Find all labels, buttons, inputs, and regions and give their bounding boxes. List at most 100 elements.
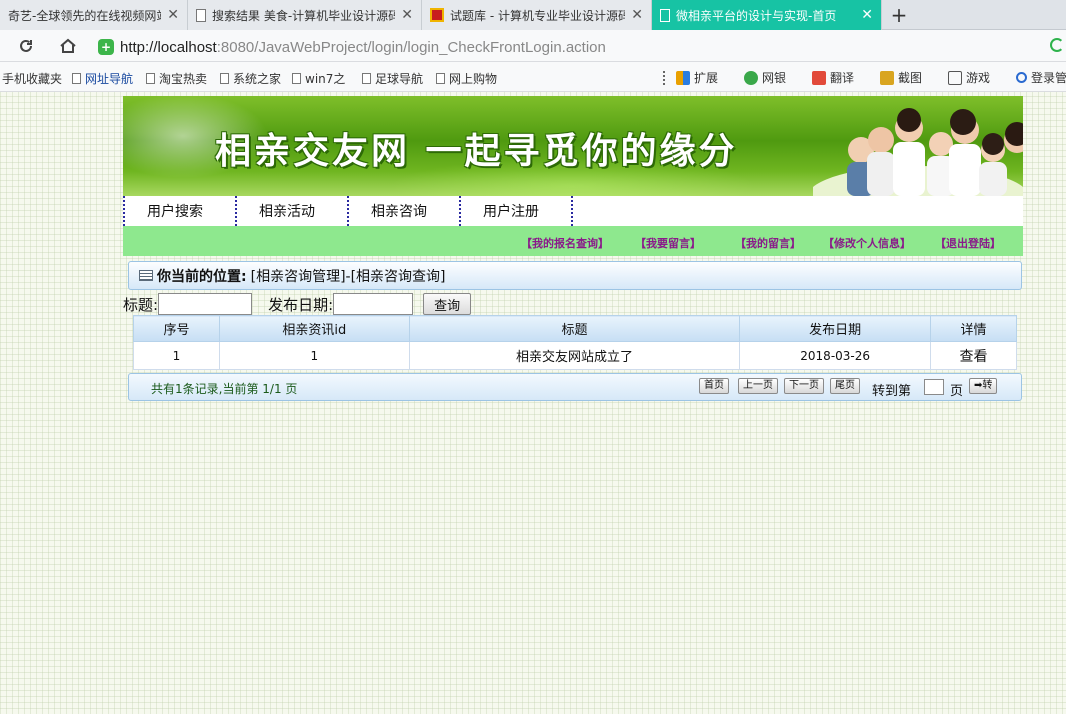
tool-label: 扩展 <box>694 71 719 85</box>
search-icon <box>1016 72 1027 83</box>
bookmark-label: win7之 <box>305 72 346 86</box>
tab-dating-home[interactable]: 微相亲平台的设计与实现-首页 ✕ <box>652 0 882 30</box>
nav-user-register[interactable]: 用户注册 <box>459 196 571 226</box>
refresh-icon[interactable] <box>12 32 40 60</box>
extensions-icon <box>676 70 690 85</box>
link-leave-message[interactable]: 【我要留言】 <box>635 235 701 251</box>
bookmark-label: 淘宝热卖 <box>159 72 208 86</box>
publish-date-input[interactable] <box>333 293 414 315</box>
toolbar-divider <box>663 71 667 85</box>
tool-label: 游戏 <box>966 71 991 85</box>
col-index: 序号 <box>133 315 220 342</box>
title-label: 标题: <box>123 295 159 314</box>
new-tab-button[interactable]: + <box>888 3 910 27</box>
bookmark-football[interactable]: 足球导航 <box>362 70 423 87</box>
prev-page-button[interactable]: 上一页 <box>738 378 778 394</box>
site-container: 相亲交友网 一起寻觅你的缘分 用户搜索 相亲活动 相亲咨询 用户注册 【我的报名… <box>123 96 1023 401</box>
page-icon <box>72 73 81 84</box>
link-my-messages[interactable]: 【我的留言】 <box>735 235 801 251</box>
login-manager-button[interactable]: 登录管 <box>1016 69 1066 86</box>
page-icon <box>196 8 206 22</box>
link-logout[interactable]: 【退出登陆】 <box>935 235 1001 251</box>
nav-dating-consult[interactable]: 相亲咨询 <box>347 196 459 226</box>
translate-button[interactable]: 翻译 <box>812 69 854 86</box>
url-path: :8080/JavaWebProject/login/login_CheckFr… <box>216 38 606 56</box>
col-publish-date: 发布日期 <box>739 315 932 342</box>
tab-label: 搜索结果 美食-计算机毕业设计源码 <box>212 8 396 23</box>
site-favicon-icon <box>430 8 444 22</box>
gamepad-icon <box>948 70 962 85</box>
tab-close-icon[interactable]: ✕ <box>401 7 413 23</box>
games-button[interactable]: 游戏 <box>948 69 990 86</box>
bookmark-win7[interactable]: win7之 <box>292 70 345 87</box>
tab-search-results[interactable]: 搜索结果 美食-计算机毕业设计源码 ✕ <box>188 0 422 30</box>
goto-label: 转到第 <box>872 384 912 399</box>
date-label: 发布日期: <box>268 295 334 314</box>
bookmark-taobao[interactable]: 淘宝热卖 <box>146 70 207 87</box>
tool-label: 登录管 <box>1031 71 1066 85</box>
goto-page-input[interactable] <box>924 379 944 395</box>
link-my-registrations[interactable]: 【我的报名查询】 <box>521 235 609 251</box>
family-photo-image <box>813 108 1023 196</box>
cell-id: 1 <box>218 341 410 370</box>
bookmark-label: 足球导航 <box>375 72 424 86</box>
nav-user-search[interactable]: 用户搜索 <box>123 196 235 226</box>
page-icon <box>292 73 301 84</box>
tool-label: 网银 <box>762 71 787 85</box>
first-page-button[interactable]: 首页 <box>699 378 729 394</box>
tab-iqiyi[interactable]: 奇艺-全球领先的在线视频网站 ✕ <box>0 0 188 30</box>
breadcrumb: 你当前的位置: [相亲咨询管理]-[相亲咨询查询] <box>128 261 1022 290</box>
tab-close-icon[interactable]: ✕ <box>167 7 179 23</box>
tab-close-icon[interactable]: ✕ <box>861 7 873 23</box>
user-menu-bar: 【我的报名查询】 【我要留言】 【我的留言】 【修改个人信息】 【退出登陆】 <box>123 226 1023 256</box>
bookmark-label: 系统之家 <box>233 72 282 86</box>
translate-icon <box>812 70 826 85</box>
col-id: 相亲资讯id <box>218 315 410 342</box>
next-page-button[interactable]: 下一页 <box>784 378 824 394</box>
bookmark-label: 手机收藏夹 <box>2 72 63 86</box>
main-nav: 用户搜索 相亲活动 相亲咨询 用户注册 <box>123 196 1023 226</box>
cell-title: 相亲交友网站成立了 <box>408 341 741 370</box>
url-text[interactable]: http://localhost:8080/JavaWebProject/log… <box>120 39 606 56</box>
tab-close-icon[interactable]: ✕ <box>631 7 643 23</box>
query-button[interactable]: 查询 <box>423 293 472 315</box>
screenshot-button[interactable]: 截图 <box>880 69 922 86</box>
list-icon <box>139 270 153 281</box>
link-edit-profile[interactable]: 【修改个人信息】 <box>823 235 911 251</box>
screenshot-icon <box>880 70 894 85</box>
sync-icon[interactable] <box>1050 38 1064 52</box>
tab-label: 奇艺-全球领先的在线视频网站 <box>8 8 162 23</box>
tab-label: 试题库 - 计算机专业毕业设计源码 <box>450 8 626 23</box>
bookmark-shopping[interactable]: 网上购物 <box>436 70 497 87</box>
browser-tab-bar: 奇艺-全球领先的在线视频网站 ✕ 搜索结果 美食-计算机毕业设计源码 ✕ 试题库… <box>0 0 1066 30</box>
last-page-button[interactable]: 尾页 <box>830 378 860 394</box>
bookmark-system-home[interactable]: 系统之家 <box>220 70 281 87</box>
view-detail-link[interactable]: 查看 <box>930 341 1017 370</box>
consult-table: 序号 相亲资讯id 标题 发布日期 详情 1 1 相亲交友网站成立了 2018-… <box>133 315 1017 370</box>
breadcrumb-label: 你当前的位置: <box>157 268 247 285</box>
bookmark-label: 网上购物 <box>449 72 498 86</box>
home-icon[interactable] <box>54 32 82 60</box>
nav-divider <box>571 196 573 226</box>
page-unit-label: 页 <box>950 384 964 399</box>
bookmark-site-nav[interactable]: 网址导航 <box>72 70 133 87</box>
search-form: 标题: 发布日期: 查询 <box>123 292 472 316</box>
title-input[interactable] <box>158 293 253 315</box>
table-row: 1 1 相亲交友网站成立了 2018-03-26 查看 <box>133 341 1017 370</box>
nav-dating-events[interactable]: 相亲活动 <box>235 196 347 226</box>
goto-button[interactable]: ➡转 <box>969 378 998 394</box>
tab-question-bank[interactable]: 试题库 - 计算机专业毕业设计源码 ✕ <box>422 0 652 30</box>
page-icon <box>220 73 229 84</box>
bank-icon <box>744 70 758 85</box>
bookmark-mobile-favorites[interactable]: 手机收藏夹 <box>2 70 62 87</box>
bank-button[interactable]: 网银 <box>744 69 786 86</box>
page-icon <box>436 73 445 84</box>
banner-title: 相亲交友网 一起寻觅你的缘分 <box>215 131 738 172</box>
address-bar: + http://localhost:8080/JavaWebProject/l… <box>0 30 1066 62</box>
url-field[interactable]: + http://localhost:8080/JavaWebProject/l… <box>98 36 1038 58</box>
table-header-row: 序号 相亲资讯id 标题 发布日期 详情 <box>133 315 1017 342</box>
page-icon <box>146 73 155 84</box>
bookmark-label: 网址导航 <box>85 72 134 86</box>
pagination-bar: 共有1条记录,当前第 1/1 页 首页 上一页 下一页 尾页 转到第 页 ➡转 <box>128 373 1022 401</box>
extensions-button[interactable]: 扩展 <box>676 69 718 86</box>
